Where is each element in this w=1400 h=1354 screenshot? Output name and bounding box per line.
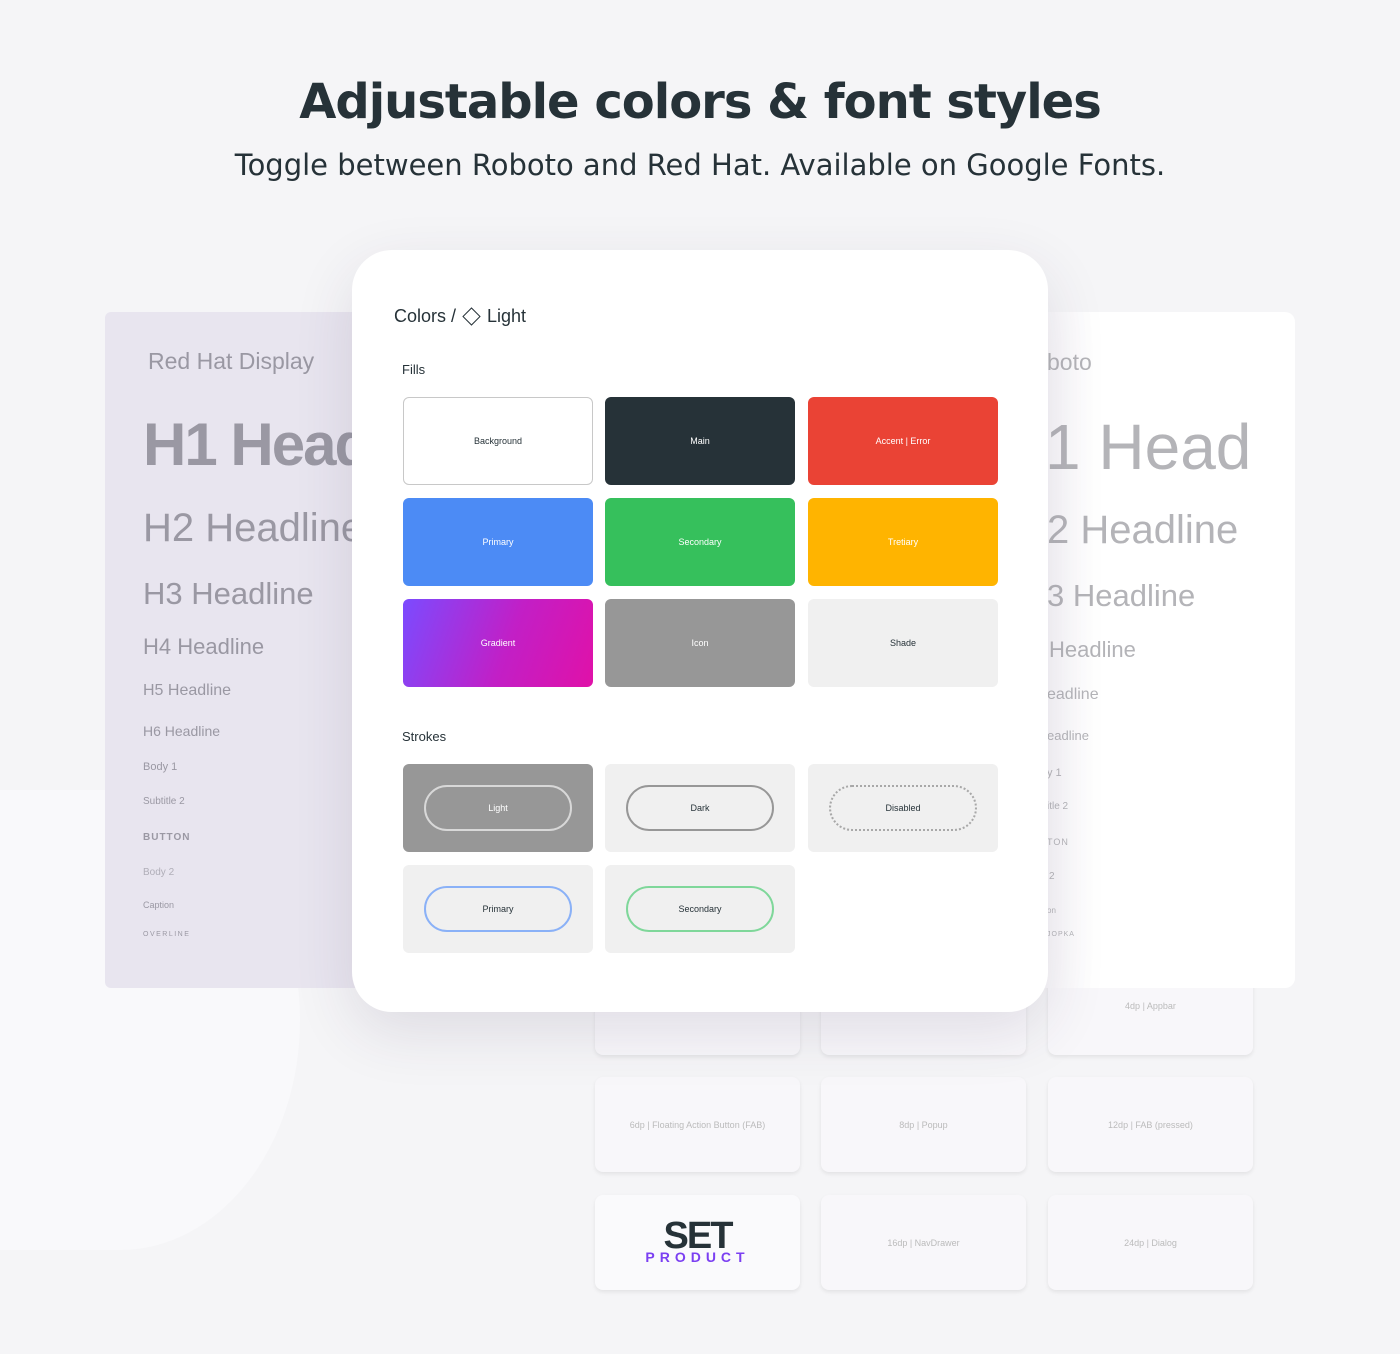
swatch-accent-error[interactable]: Accent | Error [808,397,998,485]
tile-label: 12dp | FAB (pressed) [1108,1119,1193,1130]
elevation-tile-dialog: 24dp | Dialog [1048,1195,1253,1290]
pill-label: Disabled [885,803,921,813]
setproduct-logo: SET PRODUCT [645,1214,750,1265]
elevation-tile-fab-pressed: 12dp | FAB (pressed) [1048,1077,1253,1172]
body1-sample: y 1 [1047,767,1062,779]
stroke-primary-tile: Primary [403,865,593,953]
h1-sample: 1 Head [1045,411,1252,483]
swatch-label: Shade [889,638,917,648]
caption-sample: on [1047,906,1056,915]
body2-sample: 2 [1049,871,1055,882]
h4-sample: Headline [1049,637,1136,662]
h5-sample: H5 Headline [143,682,232,699]
tile-label: 24dp | Dialog [1124,1237,1177,1248]
swatch-label: Primary [482,537,514,547]
stroke-light-pill[interactable]: Light [424,785,572,831]
h4-sample: H4 Headline [143,634,265,659]
stroke-dark-tile: Dark [605,764,795,852]
logo-tile: SET PRODUCT [595,1195,800,1290]
breadcrumb-colors[interactable]: Colors / [394,306,456,327]
swatch-tertiary[interactable]: Tretiary [808,498,998,586]
stroke-disabled-tile: Disabled [808,764,998,852]
tile-label: 6dp | Floating Action Button (FAB) [629,1119,766,1130]
elevation-tile-fab: 6dp | Floating Action Button (FAB) [595,1077,800,1172]
button-sample: BUTTON [143,832,191,843]
font-name: boto [1047,349,1092,375]
swatch-label: Background [473,436,523,446]
swatch-primary[interactable]: Primary [403,498,593,586]
swatch-label: Tretiary [887,537,919,547]
h2-sample: 2 Headline [1047,508,1239,552]
h5-sample: eadline [1047,686,1099,703]
page-title: Adjustable colors & font styles [299,74,1102,130]
stroke-light-tile: Light [403,764,593,852]
elevation-tile-navdrawer: 16dp | NavDrawer [821,1195,1026,1290]
subtitle2-sample: itle 2 [1047,801,1069,812]
caption-sample: Caption [143,900,175,910]
body2-sample: Body 2 [143,867,175,878]
swatch-shade[interactable]: Shade [808,599,998,687]
h2-sample: H2 Headline [143,506,364,550]
overline-sample: JOPKA [1047,931,1075,938]
h3-sample: H3 Headline [143,576,314,611]
overline-sample: OVERLINE [143,931,191,938]
fills-heading: Fills [402,362,426,377]
pill-label: Secondary [678,904,722,914]
swatch-icon[interactable]: Icon [605,599,795,687]
body1-sample: Body 1 [143,761,178,773]
h3-sample: 3 Headline [1047,578,1196,613]
pill-label: Primary [482,904,514,914]
swatch-gradient[interactable]: Gradient [403,599,593,687]
swatch-label: Accent | Error [875,436,931,446]
swatch-label: Main [690,436,710,446]
tile-label: 4dp | Appbar [1125,1001,1176,1011]
stroke-disabled-pill[interactable]: Disabled [829,785,977,831]
stroke-dark-pill[interactable]: Dark [626,785,774,831]
stroke-primary-pill[interactable]: Primary [424,886,572,932]
swatch-label: Gradient [480,638,516,648]
swatch-background[interactable]: Background [403,397,593,485]
elevation-tile-popup: 8dp | Popup [821,1077,1026,1172]
swatch-secondary[interactable]: Secondary [605,498,795,586]
swatch-label: Secondary [678,537,722,547]
swatch-label: Icon [691,638,709,648]
tile-label: 16dp | NavDrawer [887,1237,960,1248]
breadcrumb: Colors / Light [394,306,526,327]
strokes-heading: Strokes [402,729,447,744]
breadcrumb-light: Light [487,306,527,326]
logo-top: SET [663,1214,734,1257]
h6-sample: H6 Headline [143,723,221,739]
tile-label: 8dp | Popup [899,1119,948,1130]
button-sample: TON [1047,837,1069,847]
font-name: Red Hat Display [148,348,315,374]
h6-sample: eadline [1047,728,1089,743]
pill-label: Light [488,803,508,813]
diamond-icon [462,307,481,326]
logo-bottom: PRODUCT [645,1248,750,1265]
swatch-main[interactable]: Main [605,397,795,485]
colors-card: Colors / Light Fills Background Main Acc… [352,250,1048,1012]
pill-label: Dark [690,803,710,813]
page-subtitle: Toggle between Roboto and Red Hat. Avail… [234,148,1166,182]
stroke-secondary-tile: Secondary [605,865,795,953]
subtitle2-sample: Subtitle 2 [143,796,185,807]
stroke-secondary-pill[interactable]: Secondary [626,886,774,932]
